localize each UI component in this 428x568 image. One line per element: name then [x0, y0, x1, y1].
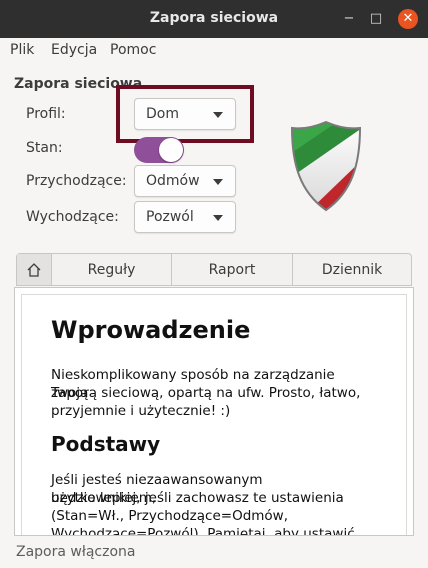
incoming-label: Przychodzące:: [26, 173, 127, 189]
status-label: Stan:: [26, 140, 63, 156]
outgoing-value: Pozwól: [146, 209, 194, 225]
basics-line: Wychodzące=Pozwól). Pamiętaj, aby ustawi…: [51, 526, 355, 536]
incoming-dropdown[interactable]: Odmów: [134, 165, 236, 197]
menu-bar: Plik Edycja Pomoc: [0, 38, 428, 64]
outgoing-label: Wychodzące:: [26, 209, 119, 225]
content-subheading: Podstawy: [51, 432, 161, 456]
chevron-down-icon: [213, 179, 223, 185]
menu-help[interactable]: Pomoc: [110, 42, 156, 58]
highlight-box: [116, 85, 254, 143]
home-icon: [27, 262, 41, 277]
maximize-button[interactable]: □: [366, 9, 386, 29]
content-heading: Wprowadzenie: [51, 316, 251, 344]
tab-bar: Reguły Raport Dziennik: [16, 253, 412, 286]
status-bar-text: Zapora włączona: [16, 544, 136, 560]
shield-icon: [290, 120, 362, 212]
window-title: Zapora sieciowa: [149, 10, 279, 26]
status-switch[interactable]: [134, 137, 184, 163]
help-content[interactable]: Wprowadzenie Nieskomplikowany sposób na …: [14, 287, 414, 536]
menu-edit[interactable]: Edycja: [51, 42, 97, 58]
menu-file[interactable]: Plik: [10, 42, 34, 58]
tab-log[interactable]: Dziennik: [292, 254, 411, 285]
basics-line: będzie lepiej, jeśli zachowasz te ustawi…: [51, 490, 344, 506]
tab-home[interactable]: [17, 254, 51, 285]
title-bar[interactable]: Zapora sieciowa − □ ✕: [0, 0, 428, 38]
incoming-value: Odmów: [146, 173, 200, 189]
intro-line: przyjemnie i użytecznie! :): [51, 403, 231, 419]
switch-knob: [159, 138, 183, 162]
minimize-button[interactable]: −: [339, 9, 359, 29]
chevron-down-icon: [213, 215, 223, 221]
intro-line: zaporą sieciową, opartą na ufw. Prosto, …: [51, 385, 361, 401]
tab-rules[interactable]: Reguły: [51, 254, 171, 285]
close-button[interactable]: ✕: [398, 9, 418, 29]
outgoing-dropdown[interactable]: Pozwól: [134, 201, 236, 233]
profile-label: Profil:: [26, 106, 66, 122]
basics-line: (Stan=Wł., Przychodzące=Odmów,: [51, 508, 289, 524]
tab-report[interactable]: Raport: [171, 254, 292, 285]
